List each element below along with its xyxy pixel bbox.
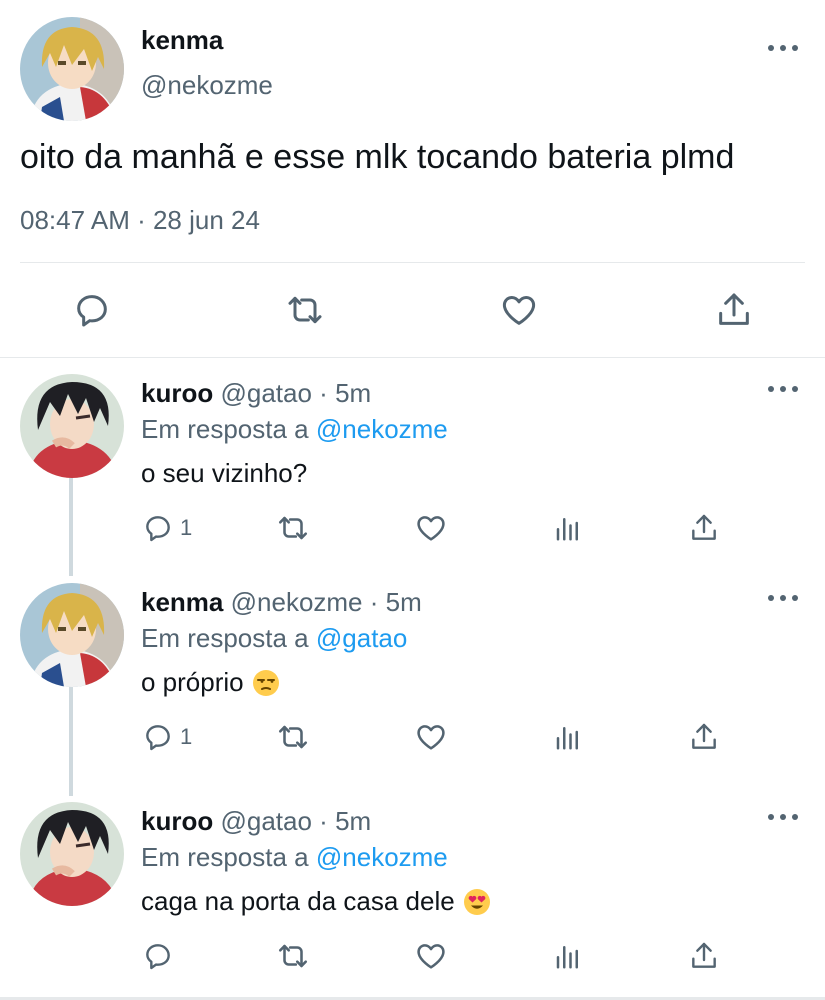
unamused-face-icon [252, 669, 279, 696]
reply-count: 1 [180, 515, 193, 540]
share-icon[interactable] [688, 719, 720, 755]
like-icon[interactable] [414, 719, 448, 755]
like-icon[interactable] [414, 510, 448, 546]
share-icon[interactable] [712, 288, 756, 332]
analytics-icon[interactable] [553, 938, 583, 974]
avatar-kenma[interactable] [20, 17, 124, 121]
reply-time[interactable]: 5m [386, 587, 422, 617]
reply-tweet[interactable]: kuroo @gatao · 5m Em resposta a @nekozme… [0, 364, 825, 584]
reply-header: kuroo @gatao · 5m [141, 806, 371, 837]
replying-to: Em resposta a @nekozme [141, 842, 448, 873]
replying-to: Em resposta a @gatao [141, 623, 407, 654]
author-name[interactable]: kuroo [141, 806, 213, 836]
reply-tweet[interactable]: kuroo @gatao · 5m Em resposta a @nekozme… [0, 792, 825, 1000]
tweet-text: oito da manhã e esse mlk tocando bateria… [20, 138, 735, 176]
reply-time[interactable]: 5m [335, 806, 371, 836]
divider [20, 262, 805, 263]
retweet-icon[interactable] [276, 719, 310, 755]
more-options-icon[interactable] [768, 384, 798, 394]
replying-to: Em resposta a @nekozme [141, 414, 448, 445]
reply-text-content: caga na porta da casa dele [141, 886, 455, 916]
reply-header: kenma @nekozme · 5m [141, 587, 422, 618]
reply-button[interactable] [142, 938, 180, 974]
mention-link[interactable]: @gatao [316, 623, 407, 653]
author-handle[interactable]: @gatao [220, 378, 311, 408]
reply-button[interactable]: 1 [142, 510, 192, 546]
retweet-icon[interactable] [276, 938, 310, 974]
share-icon[interactable] [688, 510, 720, 546]
author-handle[interactable]: @nekozme [141, 70, 273, 101]
reply-icon[interactable] [70, 288, 114, 332]
mention-link[interactable]: @nekozme [316, 414, 448, 444]
more-options-icon[interactable] [768, 43, 798, 53]
separator-dot: · [369, 587, 379, 617]
like-icon[interactable] [414, 938, 448, 974]
reply-icon [146, 944, 170, 970]
tweet-timestamp[interactable]: 08:47 AM · 28 jun 24 [20, 205, 260, 236]
avatar-kuroo[interactable] [20, 374, 124, 478]
reply-prefix: Em resposta a [141, 623, 309, 653]
reply-header: kuroo @gatao · 5m [141, 378, 371, 409]
retweet-icon[interactable] [276, 510, 310, 546]
reply-icon [146, 516, 170, 542]
reply-tweet[interactable]: kenma @nekozme · 5m Em resposta a @gatao… [0, 573, 825, 793]
reply-prefix: Em resposta a [141, 842, 309, 872]
reply-icon [146, 725, 170, 751]
mention-link[interactable]: @nekozme [316, 842, 448, 872]
heart-eyes-face-icon [463, 888, 490, 915]
avatar-kuroo[interactable] [20, 802, 124, 906]
reply-text: o próprio [141, 667, 280, 698]
author-name[interactable]: kuroo [141, 378, 213, 408]
more-options-icon[interactable] [768, 812, 798, 822]
reply-text: caga na porta da casa dele [141, 886, 491, 917]
author-handle[interactable]: @nekozme [231, 587, 363, 617]
analytics-icon[interactable] [553, 510, 583, 546]
reply-time[interactable]: 5m [335, 378, 371, 408]
author-handle[interactable]: @gatao [220, 806, 311, 836]
more-options-icon[interactable] [768, 593, 798, 603]
reply-count: 1 [180, 724, 193, 749]
separator-dot: · [319, 806, 328, 836]
share-icon[interactable] [688, 938, 720, 974]
reply-prefix: Em resposta a [141, 414, 309, 444]
analytics-icon[interactable] [553, 719, 583, 755]
divider [0, 357, 825, 358]
reply-button[interactable]: 1 [142, 719, 192, 755]
reply-text-content: o próprio [141, 667, 244, 697]
reply-text-content: o seu vizinho? [141, 458, 308, 488]
like-icon[interactable] [497, 288, 541, 332]
reply-text: o seu vizinho? [141, 458, 307, 489]
author-name[interactable]: kenma [141, 587, 223, 617]
author-name[interactable]: kenma [141, 25, 223, 56]
separator-dot: · [319, 378, 328, 408]
main-tweet: kenma @nekozme oito da manhã e esse mlk … [0, 0, 825, 358]
avatar-kenma[interactable] [20, 583, 124, 687]
retweet-icon[interactable] [283, 288, 327, 332]
